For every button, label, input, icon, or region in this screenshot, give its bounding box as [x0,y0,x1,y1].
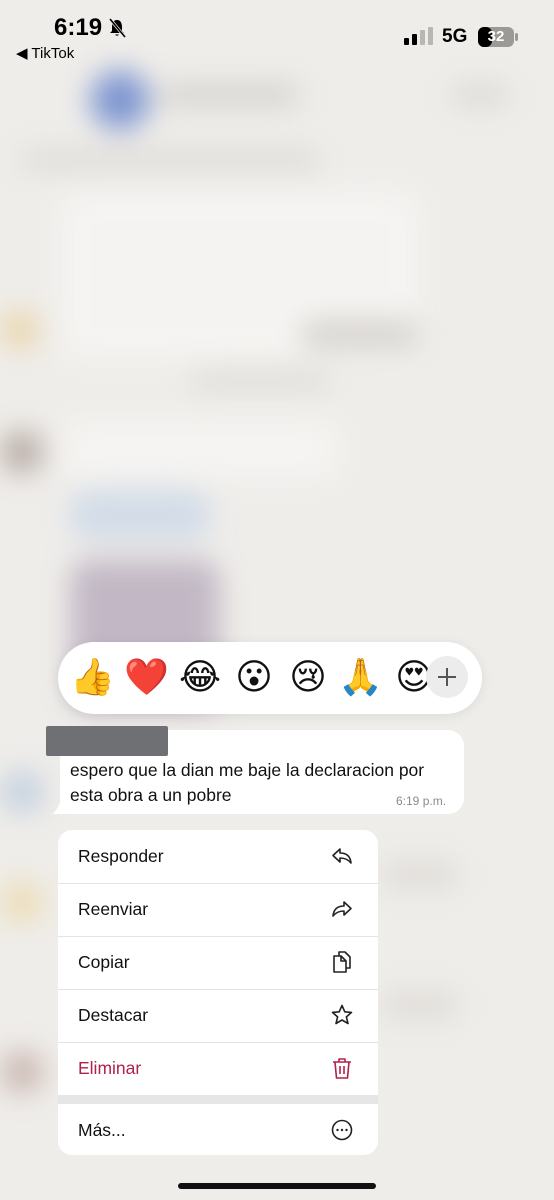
trash-icon [333,1058,351,1079]
reply-icon [332,848,352,864]
message-timestamp: 6:19 p.m. [396,794,447,808]
menu-item-label: Responder [78,846,164,866]
menu-item-label: Copiar [78,952,130,972]
menu-item-delete[interactable]: Eliminar [58,1042,378,1095]
menu-item-copy[interactable]: Copiar [58,936,378,989]
reaction-thumbs-up[interactable]: 👍 [70,656,115,700]
reaction-praying[interactable]: 🙏 [338,656,383,700]
message-context-menu: Responder Reenviar Copiar Destacar Elimi… [58,830,378,1155]
home-indicator[interactable] [178,1183,376,1189]
more-options-icon [331,1119,353,1141]
star-icon [331,1004,353,1025]
menu-item-label: Reenviar [78,899,149,919]
status-bar: 6:19 ◀ TikTok 5G 32 [0,0,554,70]
bell-muted-icon [108,18,126,38]
reaction-surprised[interactable]: 😮 [232,656,276,700]
network-type: 5G [442,26,468,47]
forward-icon [332,901,352,917]
menu-item-star[interactable]: Destacar [58,989,378,1042]
menu-item-forward[interactable]: Reenviar [58,883,378,936]
cellular-signal-icon [404,27,433,45]
plus-icon [438,668,456,686]
copy-icon [333,951,351,973]
reaction-laughing[interactable]: 😂 [178,656,222,700]
redacted-sender-name [46,726,168,756]
menu-item-label: Destacar [78,1005,149,1025]
menu-item-more[interactable]: Más... [58,1104,378,1155]
menu-item-label: Más... [78,1120,126,1140]
menu-item-label: Eliminar [78,1058,142,1078]
reaction-bar: 👍 ❤️ 😂 😮 😢 🙏 😍 [58,642,482,714]
back-to-app-link[interactable]: ◀ TikTok [16,44,74,62]
more-reactions-button[interactable] [426,656,468,698]
clock: 6:19 [54,14,103,41]
menu-item-reply[interactable]: Responder [58,830,378,883]
reaction-heart[interactable]: ❤️ [124,656,169,700]
battery-percentage: 32 [487,28,505,45]
reaction-crying[interactable]: 😢 [286,656,330,700]
